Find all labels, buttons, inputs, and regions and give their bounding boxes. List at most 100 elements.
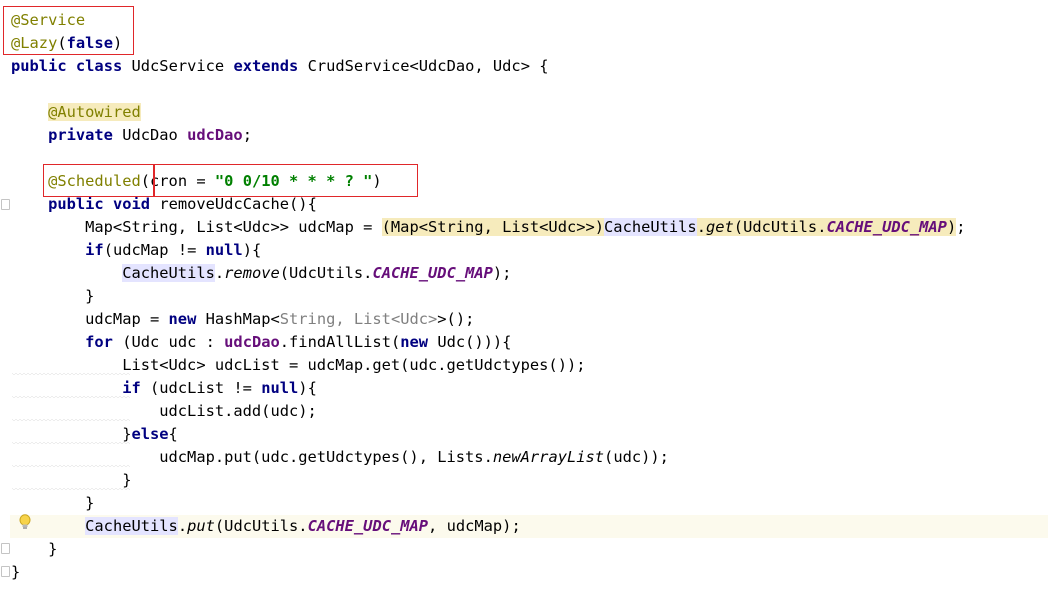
code-token: udcMap.put(udc.getUdctypes(), Lists. — [11, 448, 493, 466]
code-token: CACHE_UDC_MAP — [307, 517, 429, 535]
code-text: @Scheduled(cron = "0 0/10 * * * ? ") — [11, 172, 382, 190]
code-token: UdcService — [122, 57, 234, 75]
code-token: null — [261, 379, 299, 397]
warning-squiggle — [12, 373, 130, 376]
code-token: class — [75, 57, 123, 75]
code-token: ) — [112, 34, 123, 52]
intention-bulb-icon[interactable] — [18, 514, 32, 530]
code-token: udcList.add(udc); — [11, 402, 317, 420]
warning-squiggle — [12, 396, 130, 399]
code-text: } — [11, 563, 20, 581]
code-token: { — [168, 425, 178, 443]
code-editor[interactable]: @Service @Lazy(false) public class UdcServ… — [0, 0, 1048, 593]
code-token: if — [85, 241, 104, 259]
fold-marker-icon[interactable] — [1, 199, 10, 210]
code-line[interactable]: CacheUtils.remove(UdcUtils.CACHE_UDC_MAP… — [11, 262, 511, 285]
code-line[interactable]: for (Udc udc : udcDao.findAllList(new Ud… — [11, 331, 511, 354]
code-line[interactable]: @Autowired — [11, 101, 141, 124]
code-token: . — [696, 218, 706, 236]
warning-squiggle — [12, 465, 130, 468]
editor-gutter[interactable] — [0, 0, 10, 593]
code-token: null — [205, 241, 243, 259]
code-text: if(udcMap != null){ — [11, 241, 261, 259]
code-token: for — [85, 333, 113, 351]
code-line[interactable]: @Lazy(false) — [11, 32, 122, 55]
code-line[interactable]: } — [11, 561, 20, 584]
code-line[interactable]: @Scheduled(cron = "0 0/10 * * * ? ") — [11, 170, 382, 193]
code-text: }else{ — [11, 425, 178, 443]
code-token: (Map<String, List<Udc>>) — [381, 218, 605, 236]
code-text: udcMap.put(udc.getUdctypes(), Lists.newA… — [11, 448, 669, 466]
code-token: udcMap = — [11, 310, 169, 328]
code-token: public — [48, 195, 104, 213]
code-token: extends — [233, 57, 299, 75]
code-line[interactable]: udcMap = new HashMap<String, List<Udc>>(… — [11, 308, 474, 331]
code-token: CrudService<UdcDao, Udc> { — [298, 57, 549, 75]
code-token: ){ — [298, 379, 317, 397]
code-token: .findAllList( — [279, 333, 401, 351]
code-token: UdcDao — [112, 126, 188, 144]
code-token: ); — [492, 264, 512, 282]
code-token: false — [66, 34, 113, 52]
code-token: } — [11, 563, 21, 581]
code-line[interactable]: Map<String, List<Udc>> udcMap = (Map<Str… — [11, 216, 966, 239]
code-token: CacheUtils — [604, 218, 697, 236]
code-token: void — [112, 195, 151, 213]
code-token: @Autowired — [48, 103, 141, 121]
code-line[interactable]: } — [11, 285, 94, 308]
code-token: (UdcUtils. — [733, 218, 827, 236]
code-token: (UdcUtils. — [214, 517, 308, 535]
fold-marker-icon[interactable] — [1, 566, 10, 577]
code-token: . — [177, 517, 188, 535]
code-token: } — [11, 425, 132, 443]
code-line[interactable]: public void removeUdcCache(){ — [11, 193, 317, 216]
code-token: ; — [242, 126, 252, 144]
code-token: "0 0/10 * * * ? " — [214, 172, 373, 190]
code-token: ( — [57, 34, 67, 52]
fold-marker-icon[interactable] — [1, 543, 10, 554]
code-token: ){ — [242, 241, 262, 259]
code-token: . — [214, 264, 225, 282]
code-token: (UdcUtils. — [279, 264, 373, 282]
code-token: (udcMap != — [103, 241, 206, 259]
code-token: else — [131, 425, 169, 443]
code-token: } — [11, 287, 95, 305]
code-token: remove — [224, 264, 280, 282]
code-token: } — [11, 540, 58, 558]
code-token: private — [48, 126, 113, 144]
code-token: Udc())){ — [428, 333, 512, 351]
code-line[interactable]: public class UdcService extends CrudServ… — [11, 55, 549, 78]
code-token: udcDao — [187, 126, 243, 144]
code-token: new — [168, 310, 197, 328]
code-line[interactable]: @Service — [11, 9, 85, 32]
code-text: for (Udc udc : udcDao.findAllList(new Ud… — [11, 333, 511, 351]
code-line[interactable]: private UdcDao udcDao; — [11, 124, 252, 147]
code-token: CacheUtils — [122, 264, 215, 282]
code-text: } — [11, 287, 94, 305]
code-text: } — [11, 471, 131, 489]
code-token: @Service — [11, 11, 86, 29]
code-line[interactable]: if(udcMap != null){ — [11, 239, 261, 262]
code-text: @Lazy(false) — [11, 34, 122, 52]
code-text: public class UdcService extends CrudServ… — [11, 57, 549, 75]
code-token: CACHE_UDC_MAP — [372, 264, 493, 282]
code-text: Map<String, List<Udc>> udcMap = (Map<Str… — [11, 218, 966, 236]
code-token: (cron = — [140, 172, 215, 190]
code-line[interactable]: } — [11, 538, 57, 561]
code-text: private UdcDao udcDao; — [11, 126, 252, 144]
code-text: udcMap = new HashMap<String, List<Udc>>(… — [11, 310, 474, 328]
code-token: CACHE_UDC_MAP — [826, 218, 947, 236]
code-line[interactable]: CacheUtils.put(UdcUtils.CACHE_UDC_MAP, u… — [10, 515, 1048, 538]
code-line[interactable]: } — [11, 492, 94, 515]
code-text: @Autowired — [11, 103, 141, 121]
code-text: public void removeUdcCache(){ — [11, 195, 317, 213]
code-token: ) — [946, 218, 957, 236]
code-token: Map<String, List<Udc>> udcMap = — [11, 218, 382, 236]
